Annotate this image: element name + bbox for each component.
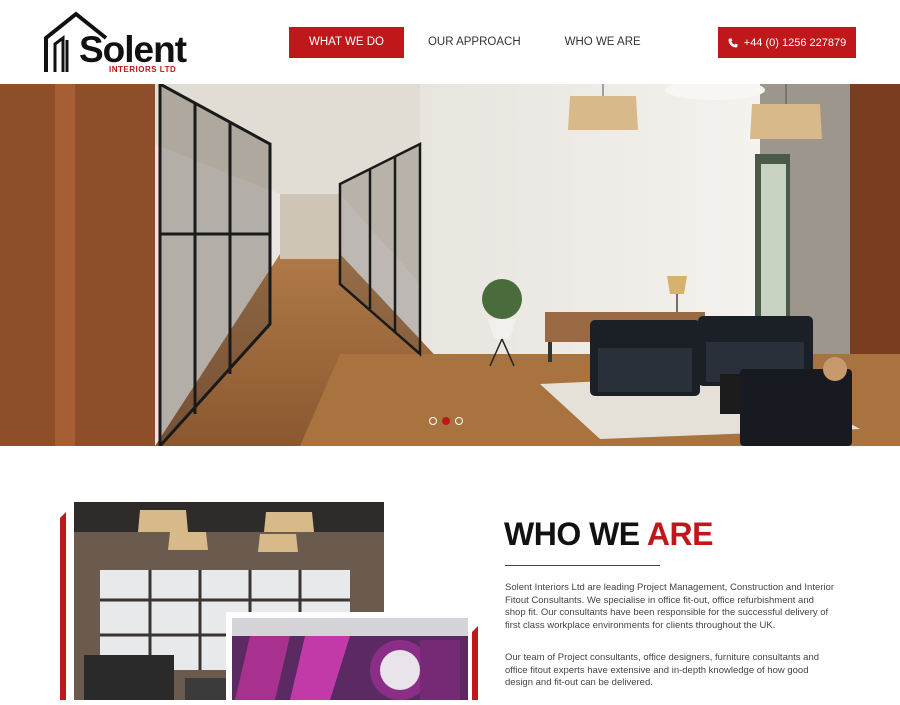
slider-dot-2[interactable] — [442, 417, 450, 425]
logo-wordmark: Solent — [79, 29, 187, 70]
who-paragraph-1: Solent Interiors Ltd are leading Project… — [505, 582, 834, 631]
phone-number: +44 (0) 1256 227879 — [743, 36, 847, 49]
heading-plain: WHO WE — [504, 516, 640, 552]
heading-accent: ARE — [646, 516, 714, 552]
who-we-are-collage — [60, 500, 480, 700]
nav-who-we-are[interactable]: WHO WE ARE — [545, 27, 661, 58]
nav-our-approach[interactable]: OUR APPROACH — [408, 27, 541, 58]
site-header: Solent INTERIORS LTD WHAT WE DO OUR APPR… — [0, 0, 900, 84]
slider-dot-3[interactable] — [455, 417, 463, 425]
hero-slider — [0, 84, 900, 446]
who-we-are-heading: WHO WE ARE — [504, 514, 713, 554]
nav-what-we-do[interactable]: WHAT WE DO — [289, 27, 404, 58]
phone-icon — [728, 38, 738, 47]
heading-divider — [505, 565, 660, 566]
slider-dots — [429, 417, 463, 425]
slider-dot-1[interactable] — [429, 417, 437, 425]
main-nav: WHAT WE DO OUR APPROACH WHO WE ARE — [289, 27, 661, 58]
logo-tagline: INTERIORS LTD — [109, 65, 177, 74]
who-paragraph-2: Our team of Project consultants, office … — [505, 652, 820, 688]
hero-office-image — [0, 84, 900, 446]
phone-button[interactable]: +44 (0) 1256 227879 — [718, 27, 856, 58]
site-logo[interactable]: Solent INTERIORS LTD — [43, 10, 193, 76]
office-collage-image — [60, 502, 478, 700]
